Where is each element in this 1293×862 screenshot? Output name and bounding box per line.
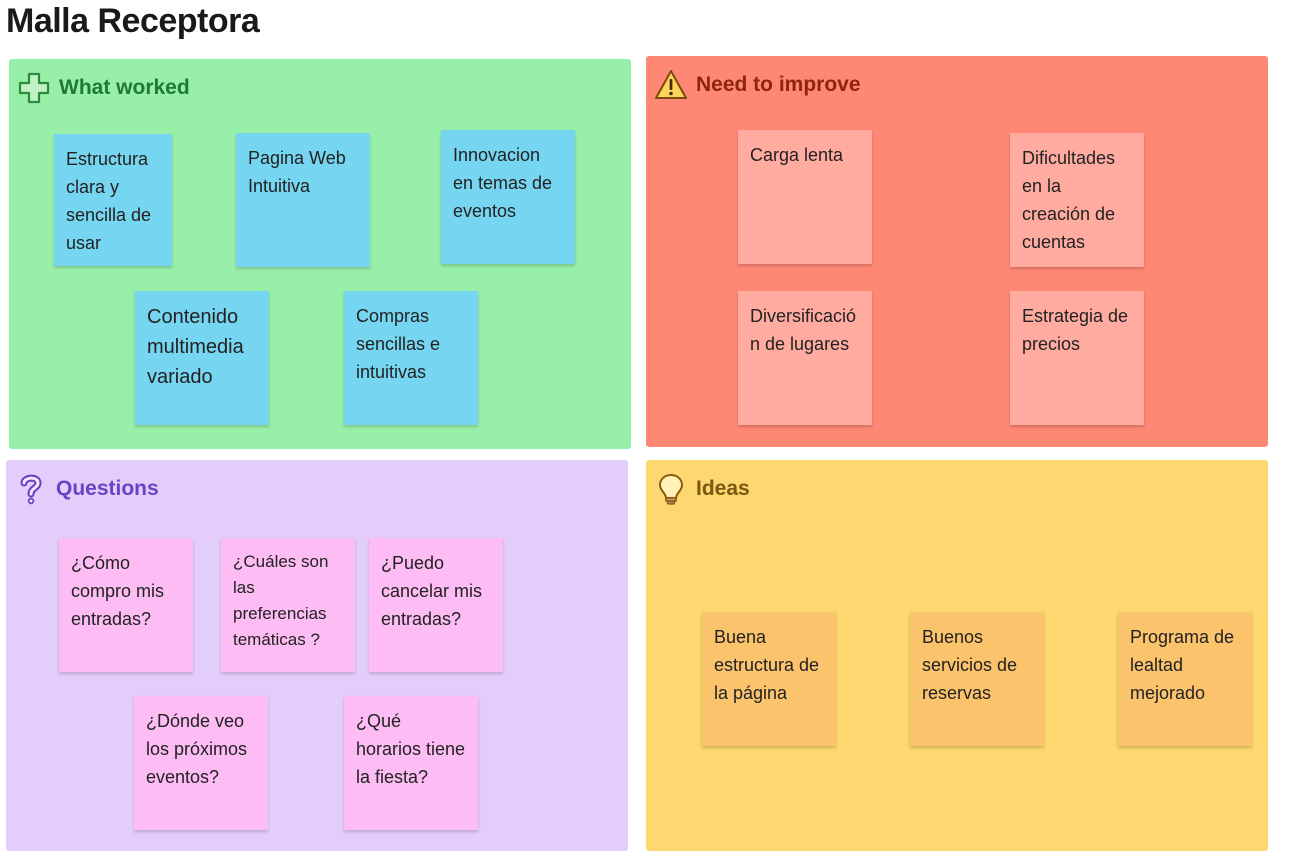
sticky-note[interactable]: Estructura clara y sencilla de usar (54, 134, 172, 266)
sticky-note[interactable]: Pagina Web Intuitiva (236, 133, 370, 267)
section-header: Ideas (654, 472, 750, 506)
section-need-to-improve[interactable]: Need to improve Carga lenta Dificultades… (646, 56, 1268, 447)
section-title: Questions (56, 477, 159, 500)
section-title: Ideas (696, 477, 750, 500)
section-questions[interactable]: Questions ¿Cómo compro mis entradas? ¿Cu… (6, 460, 628, 851)
sticky-note[interactable]: Dificultades en la creación de cuentas (1010, 133, 1144, 267)
sticky-note[interactable]: Contenido multimedia variado (135, 291, 269, 425)
sticky-note[interactable]: ¿Dónde veo los próximos eventos? (134, 696, 268, 830)
lightbulb-icon (658, 473, 684, 505)
section-header: What worked (17, 71, 190, 105)
section-ideas[interactable]: Ideas Buena estructura de la página Buen… (646, 460, 1268, 851)
section-title: What worked (59, 76, 190, 99)
sticky-note[interactable]: Compras sencillas e intuitivas (344, 291, 478, 425)
section-title: Need to improve (696, 73, 861, 96)
sticky-note[interactable]: ¿Cómo compro mis entradas? (59, 538, 193, 672)
sticky-note[interactable]: ¿Cuáles son las preferencias temáticas ? (221, 538, 355, 672)
sticky-note[interactable]: Buena estructura de la página (702, 612, 836, 746)
section-header: Need to improve (654, 68, 861, 102)
sticky-note[interactable]: Estrategia de precios (1010, 291, 1144, 425)
plus-icon (18, 72, 50, 104)
warning-icon (655, 70, 687, 99)
section-what-worked[interactable]: What worked Estructura clara y sencilla … (9, 59, 631, 449)
section-header: Questions (14, 472, 159, 506)
sticky-note[interactable]: Innovacion en temas de eventos (441, 130, 575, 264)
board-title: Malla Receptora (6, 2, 260, 40)
sticky-note[interactable]: ¿Puedo cancelar mis entradas? (369, 538, 503, 672)
sticky-note[interactable]: Carga lenta (738, 130, 872, 264)
question-icon (20, 474, 42, 505)
sticky-note[interactable]: Diversificación de lugares (738, 291, 872, 425)
sticky-note[interactable]: ¿Qué horarios tiene la fiesta? (344, 696, 478, 830)
sticky-note[interactable]: Buenos servicios de reservas (910, 612, 1044, 746)
sticky-note[interactable]: Programa de lealtad mejorado (1118, 612, 1252, 746)
